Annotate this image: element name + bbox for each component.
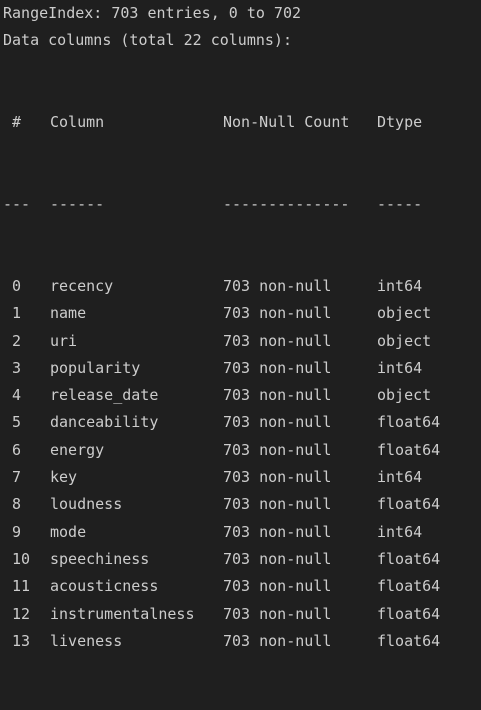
row-column-name: danceability xyxy=(50,413,159,432)
row-index: 1 xyxy=(12,304,22,323)
row-non-null-count: 703 non-null xyxy=(223,358,332,377)
separator-non-null: -------------- xyxy=(223,195,350,214)
table-row: 7 key 703 non-null int64 xyxy=(0,464,481,491)
table-row: 9 mode 703 non-null int64 xyxy=(0,519,481,546)
row-column-name: name xyxy=(50,304,87,323)
header-column: Column xyxy=(50,113,105,132)
row-dtype: float64 xyxy=(377,631,441,650)
row-dtype: int64 xyxy=(377,276,423,295)
row-non-null-count: 703 non-null xyxy=(223,631,332,650)
separator-index: --- xyxy=(3,195,31,214)
row-index: 7 xyxy=(12,468,22,487)
data-columns-line: Data columns (total 22 columns): xyxy=(3,31,292,50)
row-index: 4 xyxy=(12,386,22,405)
row-column-name: uri xyxy=(50,331,78,350)
row-index: 2 xyxy=(12,331,22,350)
row-index: 6 xyxy=(12,440,22,459)
row-non-null-count: 703 non-null xyxy=(223,522,332,541)
header-dtype: Dtype xyxy=(377,113,423,132)
table-row: 8 loudness 703 non-null float64 xyxy=(0,491,481,518)
row-dtype: float64 xyxy=(377,495,441,514)
table-row: 4 release_date 703 non-null object xyxy=(0,382,481,409)
row-index: 13 xyxy=(12,631,31,650)
row-index: 5 xyxy=(12,413,22,432)
row-dtype: object xyxy=(377,331,432,350)
table-row: 0 recency 703 non-null int64 xyxy=(0,273,481,300)
row-non-null-count: 703 non-null xyxy=(223,440,332,459)
row-non-null-count: 703 non-null xyxy=(223,604,332,623)
row-index: 9 xyxy=(12,522,22,541)
row-column-name: popularity xyxy=(50,358,141,377)
row-dtype: float64 xyxy=(377,577,441,596)
row-index: 10 xyxy=(12,549,31,568)
row-column-name: recency xyxy=(50,276,114,295)
row-dtype: float64 xyxy=(377,440,441,459)
row-dtype: float64 xyxy=(377,413,441,432)
row-non-null-count: 703 non-null xyxy=(223,495,332,514)
row-column-name: energy xyxy=(50,440,105,459)
row-dtype: int64 xyxy=(377,522,423,541)
table-row: 6 energy 703 non-null float64 xyxy=(0,437,481,464)
separator-dtype: ----- xyxy=(377,195,423,214)
row-column-name: mode xyxy=(50,522,87,541)
row-non-null-count: 703 non-null xyxy=(223,413,332,432)
table-row: 13 liveness 703 non-null float64 xyxy=(0,628,481,655)
header-non-null: Non-Null Count xyxy=(223,113,350,132)
table-body: 0 recency 703 non-null int64 1 name 703 non-nu… xyxy=(0,273,481,655)
row-non-null-count: 703 non-null xyxy=(223,304,332,323)
row-dtype: float64 xyxy=(377,549,441,568)
row-column-name: acousticness xyxy=(50,577,159,596)
row-non-null-count: 703 non-null xyxy=(223,276,332,295)
cell-output: RangeIndex: 703 entries, 0 to 702 Data c… xyxy=(0,0,481,650)
table-row: 11 acousticness 703 non-null float64 xyxy=(0,573,481,600)
row-column-name: release_date xyxy=(50,386,159,405)
row-non-null-count: 703 non-null xyxy=(223,331,332,350)
row-non-null-count: 703 non-null xyxy=(223,549,332,568)
header-index: # xyxy=(12,113,22,132)
table-row: 10 speechiness 703 non-null float64 xyxy=(0,546,481,573)
row-non-null-count: 703 non-null xyxy=(223,386,332,405)
row-dtype: object xyxy=(377,386,432,405)
row-dtype: float64 xyxy=(377,604,441,623)
table-row: 3 popularity 703 non-null int64 xyxy=(0,355,481,382)
table-row: 5 danceability 703 non-null float64 xyxy=(0,409,481,436)
row-column-name: key xyxy=(50,468,78,487)
range-index-line: RangeIndex: 703 entries, 0 to 702 xyxy=(3,4,302,22)
row-index: 0 xyxy=(12,276,22,295)
row-column-name: loudness xyxy=(50,495,123,514)
row-non-null-count: 703 non-null xyxy=(223,577,332,596)
row-column-name: speechiness xyxy=(50,549,150,568)
row-index: 8 xyxy=(12,495,22,514)
row-index: 11 xyxy=(12,577,31,596)
row-column-name: instrumentalness xyxy=(50,604,195,623)
row-column-name: liveness xyxy=(50,631,123,650)
separator-column: ------ xyxy=(50,195,105,214)
table-row: 2 uri 703 non-null object xyxy=(0,328,481,355)
row-index: 12 xyxy=(12,604,31,623)
row-dtype: int64 xyxy=(377,468,423,487)
row-dtype: int64 xyxy=(377,358,423,377)
table-row: 12 instrumentalness 703 non-null float64 xyxy=(0,601,481,628)
table-header-row: # Column Non-Null Count Dtype xyxy=(0,109,481,136)
info-table: # Column Non-Null Count Dtype --- ------… xyxy=(0,55,481,710)
table-row: 1 name 703 non-null object xyxy=(0,300,481,327)
table-separator-row: --- ------ -------------- ----- xyxy=(0,191,481,218)
row-dtype: object xyxy=(377,304,432,323)
row-non-null-count: 703 non-null xyxy=(223,468,332,487)
row-index: 3 xyxy=(12,358,22,377)
